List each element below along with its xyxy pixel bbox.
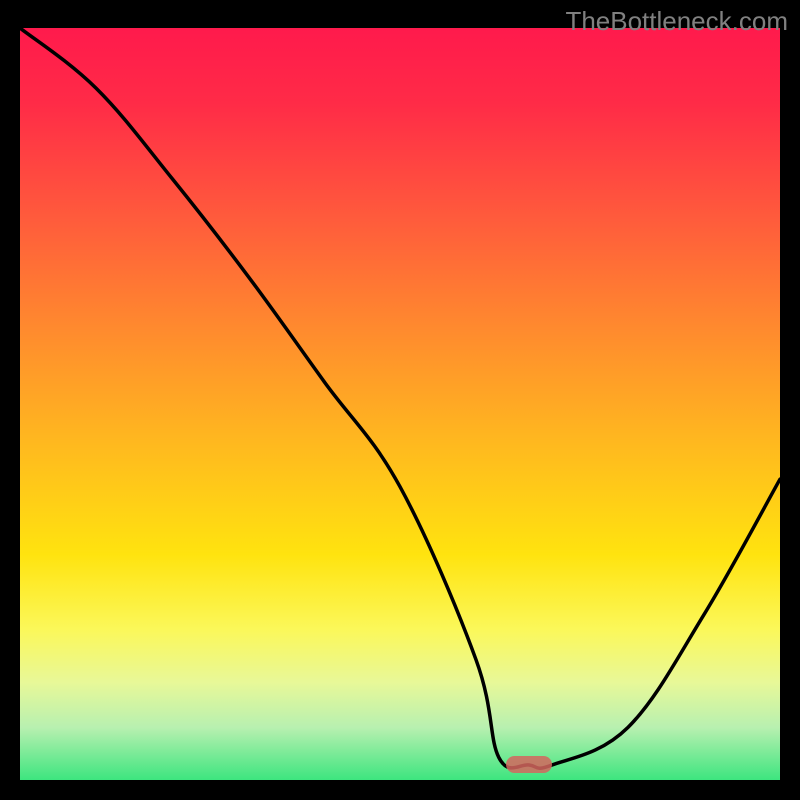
bottleneck-curve: [20, 28, 780, 780]
watermark-text: TheBottleneck.com: [565, 6, 788, 37]
optimal-point-marker: [506, 756, 552, 773]
chart-plot-area: [20, 28, 780, 780]
